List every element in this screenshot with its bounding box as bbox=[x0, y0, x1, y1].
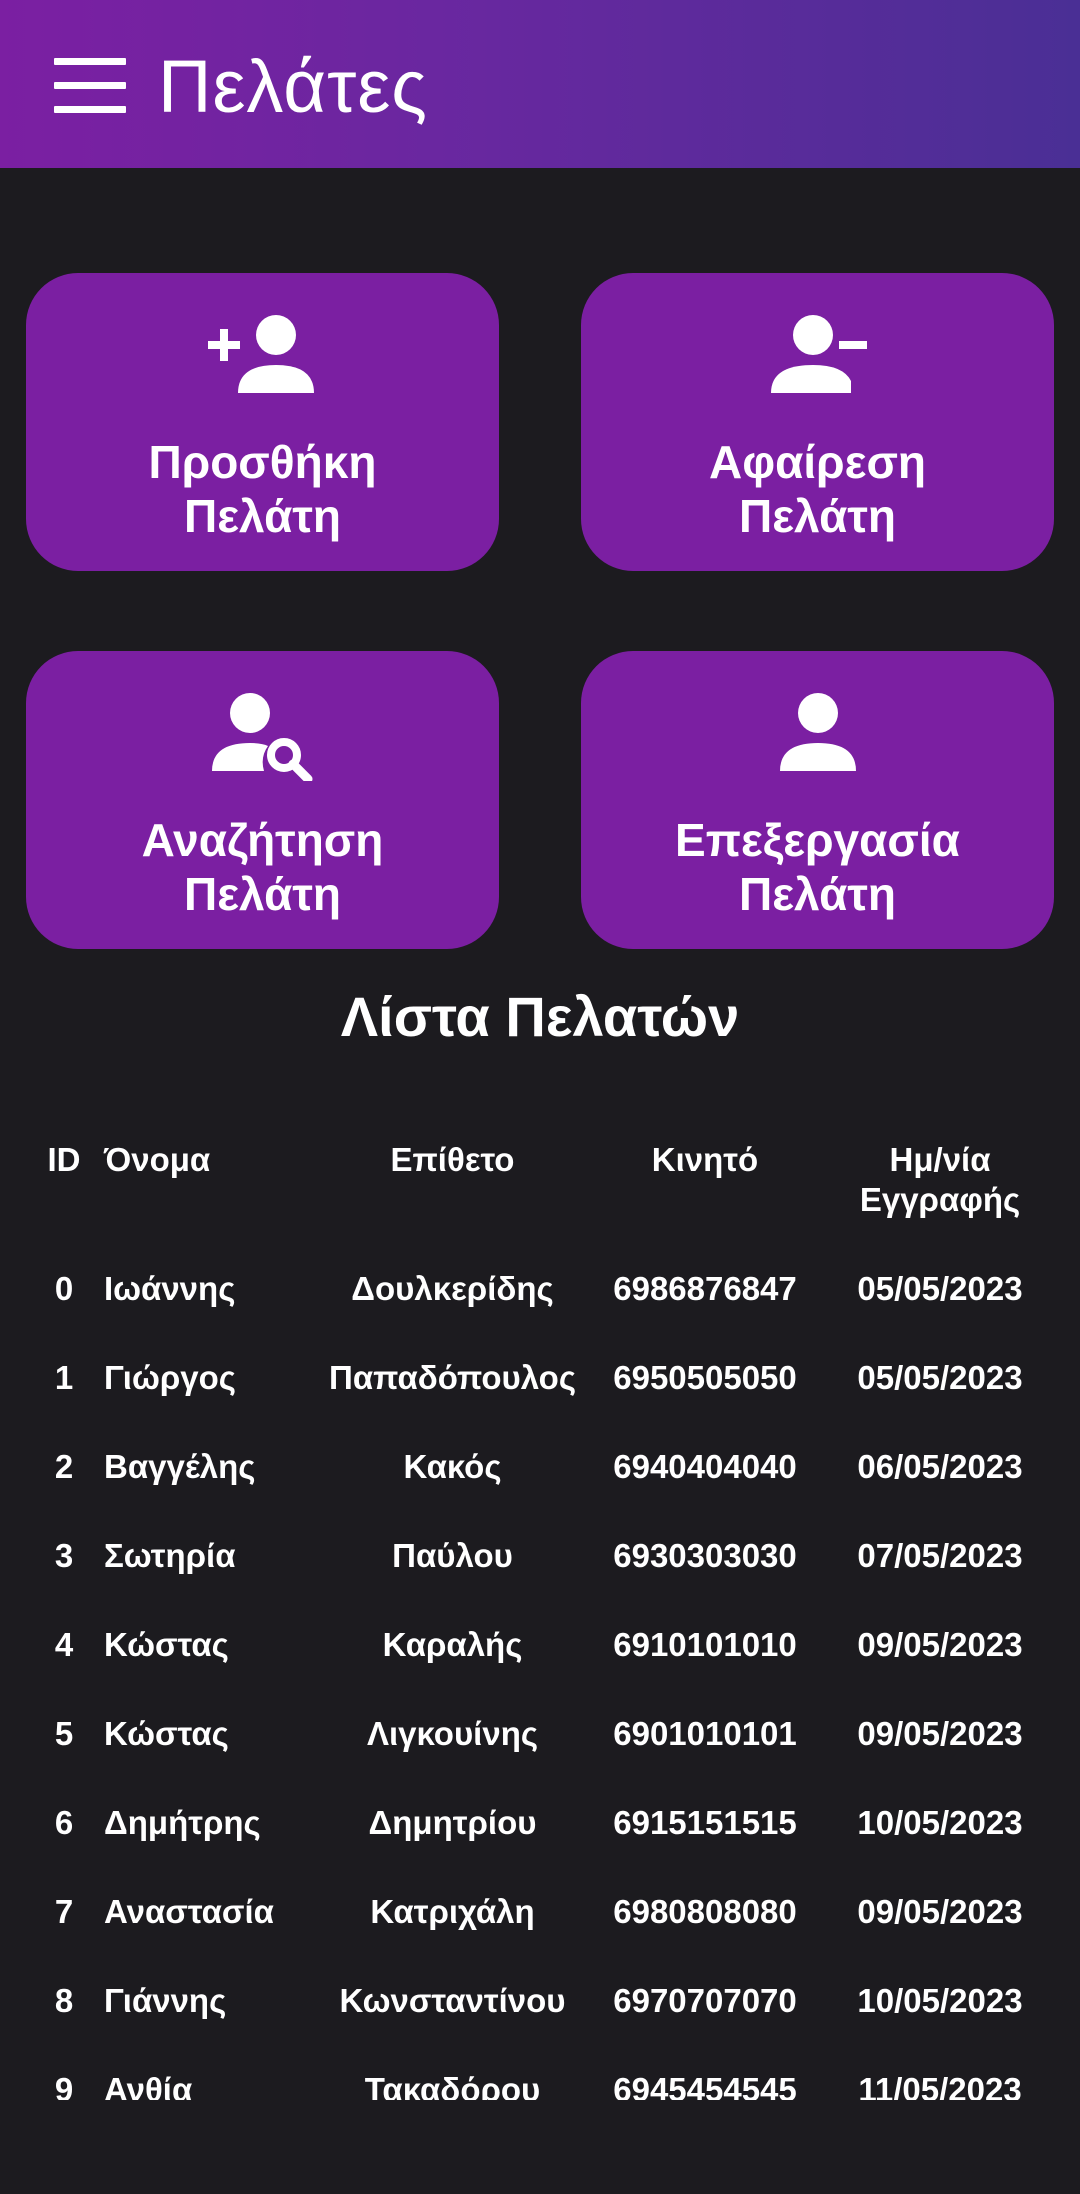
row-id: 1 bbox=[54, 1359, 74, 1396]
table-row[interactable]: 7 Αναστασία Κατριχάλη 6980808080 09/05/2023 bbox=[0, 1892, 1080, 1932]
row-phone: 6940404040 bbox=[613, 1448, 797, 1485]
search-customer-button[interactable]: Αναζήτηση Πελάτη bbox=[26, 651, 499, 949]
row-surname: Τακαδόρου bbox=[364, 2071, 541, 2100]
row-id: 4 bbox=[54, 1626, 74, 1663]
row-name: Γιώργος bbox=[104, 1359, 236, 1396]
table-row[interactable]: 6 Δημήτρης Δημητρίου 6915151515 10/05/2023 bbox=[0, 1803, 1080, 1843]
table-row[interactable]: 2 Βαγγέλης Κακός 6940404040 06/05/2023 bbox=[0, 1447, 1080, 1487]
row-date: 05/05/2023 bbox=[857, 1359, 1023, 1396]
header-surname: Επίθετο bbox=[390, 1141, 515, 1178]
row-surname: Παπαδόπουλος bbox=[329, 1359, 576, 1396]
row-id: 3 bbox=[54, 1537, 74, 1574]
row-date: 09/05/2023 bbox=[857, 1715, 1023, 1752]
row-name: Σωτηρία bbox=[104, 1537, 236, 1574]
row-phone: 6980808080 bbox=[613, 1893, 797, 1930]
row-phone: 6970707070 bbox=[613, 1982, 797, 2019]
table-row[interactable]: 3 Σωτηρία Παύλου 6930303030 07/05/2023 bbox=[0, 1536, 1080, 1576]
edit-customer-label: Επεξεργασία Πελάτη bbox=[675, 814, 960, 920]
row-phone: 6901010101 bbox=[613, 1715, 797, 1752]
row-id: 2 bbox=[54, 1448, 74, 1485]
header-registration-date: Ημ/νία Εγγραφής bbox=[859, 1141, 1021, 1218]
add-customer-label: Προσθήκη Πελάτη bbox=[148, 436, 377, 542]
hamburger-menu-icon[interactable] bbox=[54, 58, 126, 114]
row-date: 11/05/2023 bbox=[858, 2071, 1022, 2100]
row-phone: 6986876847 bbox=[613, 1270, 797, 1307]
row-id: 7 bbox=[54, 1893, 74, 1930]
row-name: Αναστασία bbox=[104, 1893, 274, 1930]
row-id: 9 bbox=[54, 2071, 74, 2100]
search-customer-label: Αναζήτηση Πελάτη bbox=[141, 814, 384, 920]
row-surname: Παύλου bbox=[392, 1537, 513, 1574]
row-surname: Κακός bbox=[403, 1448, 502, 1485]
edit-customer-button[interactable]: Επεξεργασία Πελάτη bbox=[581, 651, 1054, 949]
app-bar: Πελάτες bbox=[0, 0, 1080, 168]
row-name: Γιάννης bbox=[104, 1982, 227, 2019]
row-phone: 6945454545 bbox=[613, 2071, 797, 2100]
row-name: Κώστας bbox=[104, 1715, 229, 1752]
person-search-icon bbox=[211, 693, 312, 781]
row-surname: Κωνσταντίνου bbox=[339, 1982, 566, 2019]
row-date: 10/05/2023 bbox=[857, 1982, 1023, 2019]
row-name: Δημήτρης bbox=[104, 1804, 261, 1841]
table-row[interactable]: 1 Γιώργος Παπαδόπουλος 6950505050 05/05/2023 bbox=[0, 1358, 1080, 1398]
row-id: 8 bbox=[54, 1982, 74, 2019]
row-surname: Δουλκερίδης bbox=[351, 1270, 554, 1307]
row-surname: Λιγκουίνης bbox=[366, 1715, 539, 1752]
row-date: 06/05/2023 bbox=[857, 1448, 1023, 1485]
row-phone: 6930303030 bbox=[613, 1537, 797, 1574]
table-row[interactable]: 0 Ιωάννης Δουλκερίδης 6986876847 05/05/2023 bbox=[0, 1269, 1080, 1309]
add-customer-button[interactable]: Προσθήκη Πελάτη bbox=[26, 273, 499, 571]
customer-table-body[interactable]: 0 Ιωάννης Δουλκερίδης 6986876847 05/05/2023 1… bbox=[0, 1240, 1080, 2100]
table-row[interactable]: 9 Ανθία Τακαδόρου 6945454545 11/05/2023 bbox=[0, 2070, 1080, 2100]
row-id: 5 bbox=[54, 1715, 74, 1752]
row-surname: Καραλής bbox=[382, 1626, 523, 1663]
row-id: 0 bbox=[54, 1270, 74, 1307]
person-icon bbox=[779, 693, 856, 771]
row-date: 10/05/2023 bbox=[857, 1804, 1023, 1841]
header-phone: Κινητό bbox=[651, 1141, 759, 1178]
header-name: Όνομα bbox=[104, 1141, 211, 1178]
row-phone: 6915151515 bbox=[613, 1804, 797, 1841]
row-surname: Δημητρίου bbox=[368, 1804, 537, 1841]
person-remove-icon bbox=[770, 315, 867, 393]
header-id: ID bbox=[47, 1141, 81, 1178]
row-date: 09/05/2023 bbox=[857, 1626, 1023, 1663]
row-phone: 6910101010 bbox=[613, 1626, 797, 1663]
person-add-icon bbox=[207, 315, 314, 393]
row-phone: 6950505050 bbox=[613, 1359, 797, 1396]
row-name: Ανθία bbox=[104, 2071, 193, 2100]
remove-customer-label: Αφαίρεση Πελάτη bbox=[708, 436, 927, 542]
app-bar-title: Πελάτες bbox=[158, 45, 428, 128]
row-name: Κώστας bbox=[104, 1626, 229, 1663]
row-date: 05/05/2023 bbox=[857, 1270, 1023, 1307]
remove-customer-button[interactable]: Αφαίρεση Πελάτη bbox=[581, 273, 1054, 571]
row-date: 09/05/2023 bbox=[857, 1893, 1023, 1930]
row-date: 07/05/2023 bbox=[857, 1537, 1023, 1574]
table-row[interactable]: 8 Γιάννης Κωνσταντίνου 6970707070 10/05/2023 bbox=[0, 1981, 1080, 2021]
row-name: Βαγγέλης bbox=[104, 1448, 256, 1485]
row-surname: Κατριχάλη bbox=[370, 1893, 535, 1930]
row-id: 6 bbox=[54, 1804, 74, 1841]
table-row[interactable]: 4 Κώστας Καραλής 6910101010 09/05/2023 bbox=[0, 1625, 1080, 1665]
customer-list-title: Λίστα Πελατών bbox=[340, 985, 740, 1048]
row-name: Ιωάννης bbox=[104, 1270, 236, 1307]
table-row[interactable]: 5 Κώστας Λιγκουίνης 6901010101 09/05/2023 bbox=[0, 1714, 1080, 1754]
